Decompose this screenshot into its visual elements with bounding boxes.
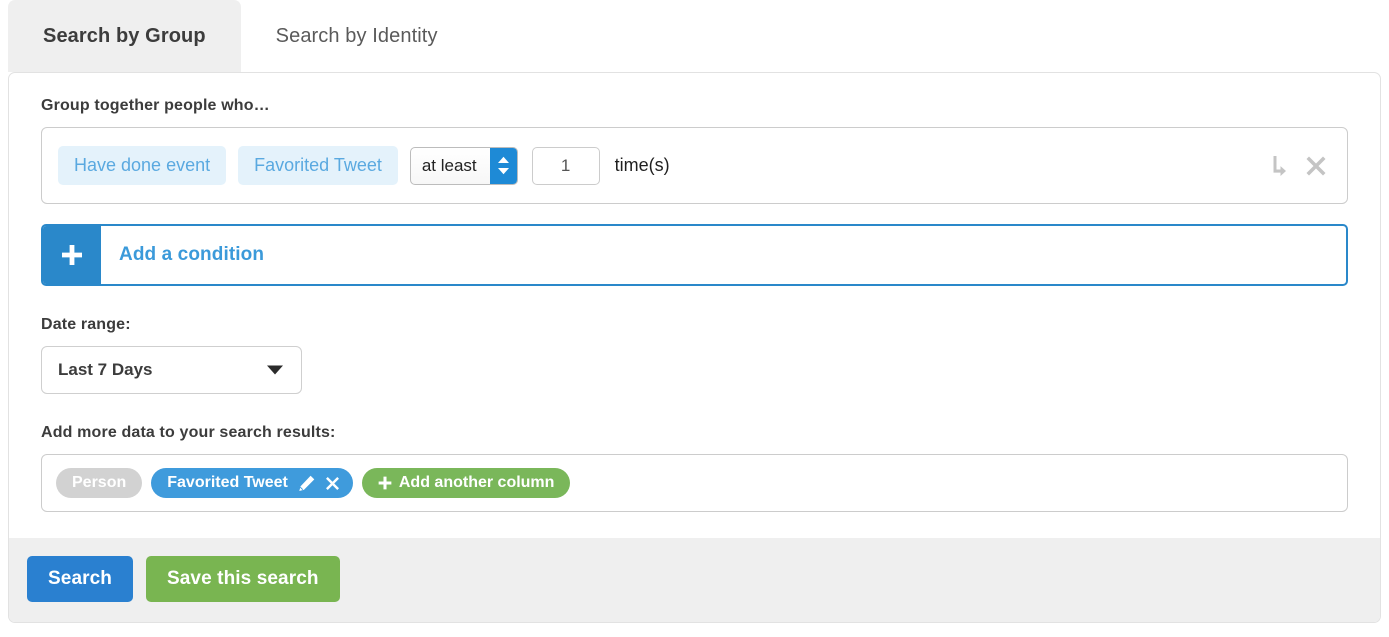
- condition-row: Have done event Favorited Tweet at least…: [41, 127, 1348, 204]
- add-condition-button[interactable]: Add a condition: [41, 224, 1348, 286]
- date-range-select[interactable]: Last 7 Days: [41, 346, 302, 394]
- remove-condition-button[interactable]: [1305, 155, 1327, 177]
- chevron-down-icon: [267, 365, 283, 375]
- tab-search-by-identity[interactable]: Search by Identity: [241, 0, 473, 72]
- add-condition-label: Add a condition: [119, 244, 265, 265]
- save-this-search-button[interactable]: Save this search: [145, 556, 340, 602]
- condition-event-pill[interactable]: Favorited Tweet: [238, 146, 398, 185]
- group-section-heading: Group together people who…: [41, 97, 270, 114]
- add-another-column-button[interactable]: Add another column: [361, 468, 571, 498]
- close-icon: [325, 476, 339, 490]
- pencil-icon: [299, 475, 315, 491]
- condition-count-input[interactable]: [531, 146, 600, 185]
- level-down-arrow-icon: [1273, 155, 1286, 176]
- search-builder-card: Group together people who… Have done eve…: [8, 72, 1381, 623]
- plus-icon: [378, 476, 392, 490]
- date-range-value: Last 7 Days: [58, 360, 153, 379]
- card-body: Group together people who… Have done eve…: [9, 73, 1380, 538]
- chevron-up-icon: [497, 156, 509, 163]
- operator-select[interactable]: at least: [409, 146, 518, 185]
- columns-container: Person Favorited Tweet Add another colum…: [41, 454, 1348, 512]
- condition-actions: [1270, 155, 1331, 177]
- add-column-plus: [378, 476, 392, 490]
- extra-data-section: Add more data to your search results: Pe…: [41, 424, 1348, 512]
- nest-condition-button[interactable]: [1270, 155, 1287, 177]
- column-chip-favorited-tweet-label: Favorited Tweet: [167, 474, 288, 491]
- condition-verb-pill[interactable]: Have done event: [58, 146, 227, 185]
- column-chip-person-label: Person: [72, 474, 127, 491]
- column-chip-favorited-tweet[interactable]: Favorited Tweet: [151, 468, 353, 498]
- edit-column-button[interactable]: [298, 475, 315, 492]
- tab-search-by-group[interactable]: Search by Group: [8, 0, 241, 72]
- extra-data-label: Add more data to your search results:: [41, 424, 336, 441]
- plus-icon: [62, 245, 82, 265]
- close-icon: [1306, 156, 1326, 175]
- add-condition-plus: [43, 226, 101, 284]
- date-range-label: Date range:: [41, 316, 131, 333]
- date-range-section: Date range: Last 7 Days: [41, 316, 1348, 394]
- operator-select-stepper[interactable]: [489, 147, 517, 184]
- remove-column-button[interactable]: [325, 476, 340, 491]
- condition-count-unit-label: time(s): [614, 155, 670, 175]
- search-button[interactable]: Search: [27, 556, 133, 602]
- tab-bar: Search by Group Search by Identity: [0, 0, 1389, 72]
- add-another-column-label: Add another column: [398, 474, 555, 491]
- column-chip-person: Person: [56, 468, 143, 498]
- search-builder-card-wrap: Group together people who… Have done eve…: [0, 72, 1389, 623]
- chevron-down-icon: [497, 168, 509, 175]
- card-footer: Search Save this search: [9, 538, 1380, 622]
- operator-select-value: at least: [421, 155, 477, 175]
